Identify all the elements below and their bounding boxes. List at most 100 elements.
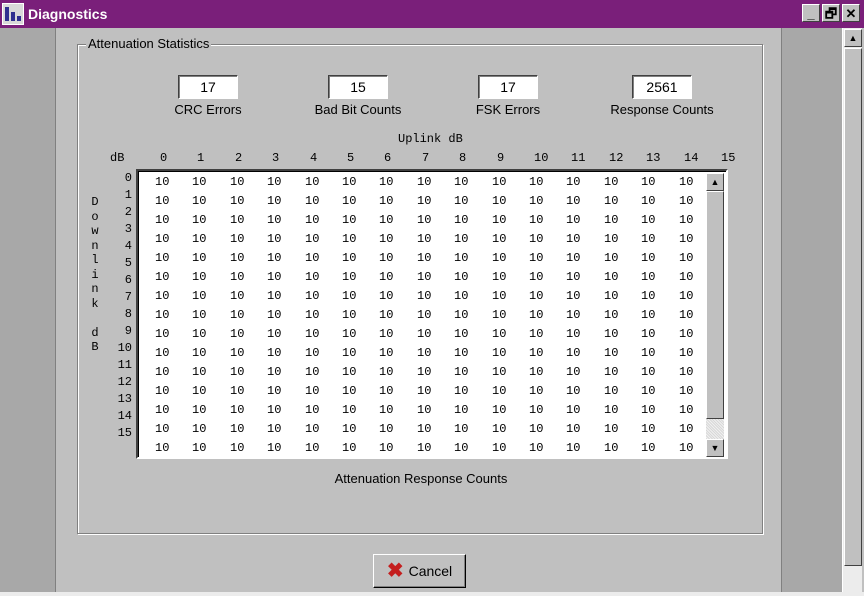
grid-cell[interactable]: 10 — [267, 327, 281, 341]
grid-cell[interactable]: 10 — [417, 213, 431, 227]
grid-cell[interactable]: 10 — [679, 175, 693, 189]
grid-cell[interactable]: 10 — [529, 365, 543, 379]
grid-cell[interactable]: 10 — [529, 327, 543, 341]
grid-cell[interactable]: 10 — [454, 346, 468, 360]
grid-cell[interactable]: 10 — [267, 346, 281, 360]
grid-cell[interactable]: 10 — [192, 384, 206, 398]
grid-cell[interactable]: 10 — [192, 365, 206, 379]
grid-cell[interactable]: 10 — [679, 441, 693, 455]
grid-cell[interactable]: 10 — [641, 441, 655, 455]
grid-cell[interactable]: 10 — [492, 251, 506, 265]
grid-cell[interactable]: 10 — [529, 194, 543, 208]
grid-cell[interactable]: 10 — [305, 403, 319, 417]
grid-cell[interactable]: 10 — [454, 213, 468, 227]
grid-cell[interactable]: 10 — [155, 289, 169, 303]
grid-cell[interactable]: 10 — [492, 422, 506, 436]
minimize-button[interactable]: _ — [802, 4, 820, 22]
grid-cell[interactable]: 10 — [641, 327, 655, 341]
grid-cell[interactable]: 10 — [417, 289, 431, 303]
grid-cell[interactable]: 10 — [155, 194, 169, 208]
grid-cell[interactable]: 10 — [155, 403, 169, 417]
grid-cell[interactable]: 10 — [529, 403, 543, 417]
grid-cell[interactable]: 10 — [566, 441, 580, 455]
grid-cell[interactable]: 10 — [566, 289, 580, 303]
grid-cell[interactable]: 10 — [192, 422, 206, 436]
grid-cell[interactable]: 10 — [454, 365, 468, 379]
grid-cell[interactable]: 10 — [379, 441, 393, 455]
grid-cell[interactable]: 10 — [492, 441, 506, 455]
grid-cell[interactable]: 10 — [604, 384, 618, 398]
grid-cell[interactable]: 10 — [417, 270, 431, 284]
scroll-up-arrow-icon[interactable]: ▲ — [844, 29, 862, 47]
grid-cell[interactable]: 10 — [529, 175, 543, 189]
response-counts-field[interactable]: 2561 — [632, 75, 692, 99]
grid-cell[interactable]: 10 — [641, 422, 655, 436]
grid-cell[interactable]: 10 — [529, 441, 543, 455]
grid-cell[interactable]: 10 — [566, 422, 580, 436]
close-button[interactable]: ✕ — [842, 4, 860, 22]
grid-cell[interactable]: 10 — [679, 403, 693, 417]
grid-cell[interactable]: 10 — [155, 384, 169, 398]
grid-cell[interactable]: 10 — [379, 422, 393, 436]
grid-cell[interactable]: 10 — [454, 422, 468, 436]
grid-cell[interactable]: 10 — [267, 194, 281, 208]
grid-cell[interactable]: 10 — [379, 308, 393, 322]
grid-cell[interactable]: 10 — [342, 175, 356, 189]
grid-cell[interactable]: 10 — [342, 232, 356, 246]
grid-cell[interactable]: 10 — [192, 213, 206, 227]
grid-cell[interactable]: 10 — [267, 213, 281, 227]
grid-cell[interactable]: 10 — [604, 403, 618, 417]
fsk-errors-field[interactable]: 17 — [478, 75, 538, 99]
grid-cell[interactable]: 10 — [379, 289, 393, 303]
grid-cell[interactable]: 10 — [267, 175, 281, 189]
grid-cell[interactable]: 10 — [641, 365, 655, 379]
grid-cell[interactable]: 10 — [679, 308, 693, 322]
grid-cell[interactable]: 10 — [679, 270, 693, 284]
grid-cell[interactable]: 10 — [305, 213, 319, 227]
grid-cell[interactable]: 10 — [679, 213, 693, 227]
grid-cell[interactable]: 10 — [230, 403, 244, 417]
grid-cell[interactable]: 10 — [604, 422, 618, 436]
grid-cell[interactable]: 10 — [305, 365, 319, 379]
grid-cell[interactable]: 10 — [417, 327, 431, 341]
grid-cell[interactable]: 10 — [454, 251, 468, 265]
grid-cell[interactable]: 10 — [417, 346, 431, 360]
grid-cell[interactable]: 10 — [604, 232, 618, 246]
grid-cell[interactable]: 10 — [342, 194, 356, 208]
grid-cell[interactable]: 10 — [566, 384, 580, 398]
grid-cell[interactable]: 10 — [641, 289, 655, 303]
grid-cell[interactable]: 10 — [267, 251, 281, 265]
grid-cell[interactable]: 10 — [155, 441, 169, 455]
grid-cell[interactable]: 10 — [267, 289, 281, 303]
grid-cell[interactable]: 10 — [267, 270, 281, 284]
grid-cell[interactable]: 10 — [679, 289, 693, 303]
grid-cell[interactable]: 10 — [155, 308, 169, 322]
grid-cell[interactable]: 10 — [230, 308, 244, 322]
grid-cell[interactable]: 10 — [230, 289, 244, 303]
grid-cell[interactable]: 10 — [566, 308, 580, 322]
grid-cell[interactable]: 10 — [604, 251, 618, 265]
grid-cell[interactable]: 10 — [529, 384, 543, 398]
grid-cell[interactable]: 10 — [155, 232, 169, 246]
grid-cell[interactable]: 10 — [305, 384, 319, 398]
grid-scroll-up-icon[interactable]: ▲ — [706, 173, 724, 191]
grid-cell[interactable]: 10 — [230, 194, 244, 208]
grid-cell[interactable]: 10 — [492, 403, 506, 417]
grid-cell[interactable]: 10 — [604, 365, 618, 379]
grid-cell[interactable]: 10 — [641, 403, 655, 417]
grid-cell[interactable]: 10 — [641, 308, 655, 322]
grid-cell[interactable]: 10 — [379, 270, 393, 284]
grid-cell[interactable]: 10 — [417, 308, 431, 322]
grid-scroll-down-icon[interactable]: ▼ — [706, 439, 724, 457]
grid-cell[interactable]: 10 — [379, 365, 393, 379]
grid-cell[interactable]: 10 — [155, 270, 169, 284]
grid-cell[interactable]: 10 — [305, 327, 319, 341]
grid-cell[interactable]: 10 — [641, 213, 655, 227]
grid-cell[interactable]: 10 — [155, 365, 169, 379]
grid-cell[interactable]: 10 — [305, 289, 319, 303]
grid-cell[interactable]: 10 — [155, 327, 169, 341]
grid-scroll-track[interactable] — [706, 419, 724, 439]
grid-cell[interactable]: 10 — [342, 251, 356, 265]
grid-cell[interactable]: 10 — [454, 232, 468, 246]
grid-cell[interactable]: 10 — [379, 194, 393, 208]
